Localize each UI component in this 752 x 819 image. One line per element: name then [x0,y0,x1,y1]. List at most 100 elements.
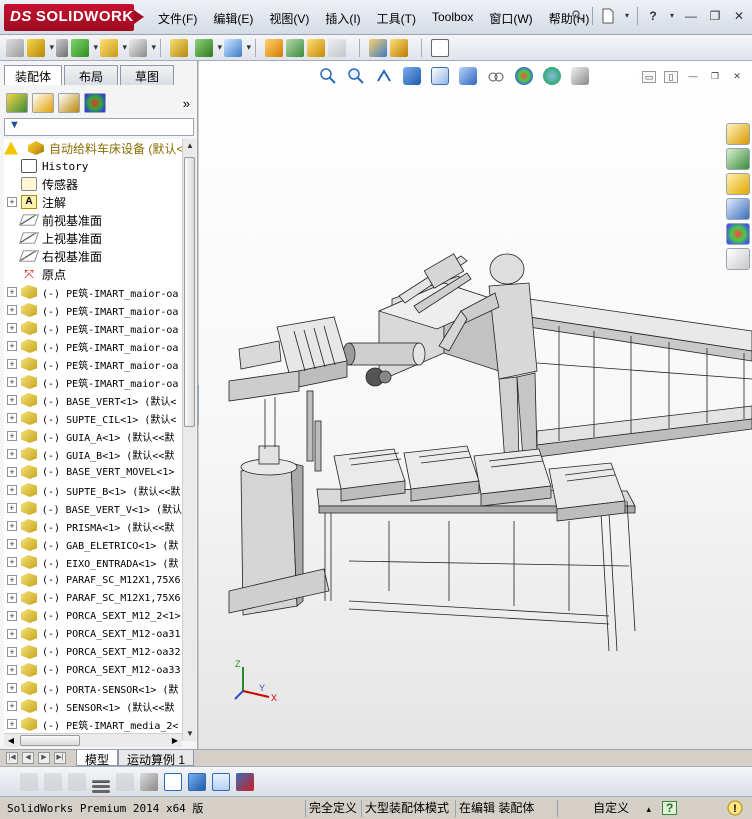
configurationmanager-icon[interactable] [58,93,80,113]
tab-next-icon[interactable]: ▶ [38,752,50,764]
scroll-thumb[interactable] [184,157,195,427]
smart-mate-icon[interactable] [27,38,54,57]
file-explorer-icon[interactable] [726,173,750,195]
expand-toggle-icon[interactable]: + [7,341,17,351]
expand-toggle-icon[interactable]: + [7,197,17,207]
tree-item-component[interactable]: + (-) GUIA_A<1> (默认<<默 [4,427,182,445]
expand-toggle-icon[interactable]: + [7,395,17,405]
tree-item-component[interactable]: + (-) SENSOR<1> (默认<<默 [4,697,182,715]
tree-item-component[interactable]: + (-) SUPTE_B<1> (默认<<默 [4,481,182,499]
expand-toggle-icon[interactable]: + [7,287,17,297]
section-view-icon[interactable] [403,67,421,85]
hud-10-icon[interactable] [236,772,254,791]
minimize-button[interactable]: — [682,7,700,25]
expand-toggle-icon[interactable]: + [7,485,17,495]
tree-item-component[interactable]: + (-) PE筑-IMART_media_2< [4,715,182,733]
tree-item-component[interactable]: + (-) EIXO_ENTRADA<1> (默 [4,553,182,571]
tree-item-component[interactable]: + (-) GAB_ELETRICO<1> (默 [4,535,182,553]
rebuild-alert-icon[interactable]: ! [724,800,746,817]
tree-item-plane[interactable]: 右视基准面 [4,247,182,265]
expand-toggle-icon[interactable]: + [7,521,17,531]
expand-toggle-icon[interactable]: + [7,683,17,693]
expand-toggle-icon[interactable]: + [7,665,17,675]
scroll-right-icon[interactable]: ▶ [168,734,182,747]
tree-item-component[interactable]: + (-) GUIA_B<1> (默认<<默 [4,445,182,463]
status-units[interactable]: 自定义 ▴ [557,800,657,817]
tree-item-sensors[interactable]: 传感器 [4,175,182,193]
tree-root-assembly[interactable]: 自动给料车床设备 (默认< [4,139,182,157]
expand-toggle-icon[interactable]: + [7,593,17,603]
menu-view[interactable]: 视图(V) [261,10,317,27]
scroll-left-icon[interactable]: ◀ [4,734,18,747]
tree-item-component[interactable]: + (-) PE筑-IMART_maior-oa [4,355,182,373]
expand-toggle-icon[interactable]: + [7,629,17,639]
clearance-icon[interactable] [369,38,387,57]
hud-5-icon[interactable] [116,772,134,791]
tree-item-component[interactable]: + (-) PRISMA<1> (默认<<默 [4,517,182,535]
reference-geometry-icon[interactable] [195,38,222,57]
tree-item-component[interactable]: + (-) PE筑-IMART_maior-oa [4,301,182,319]
tab-assembly[interactable]: 装配体 [4,65,63,85]
restore-button[interactable]: ❐ [706,7,724,25]
scroll-down-icon[interactable]: ▼ [183,727,197,741]
displaymanager-icon[interactable] [84,93,106,113]
move-component-icon[interactable] [100,38,127,57]
custom-properties-icon[interactable] [726,248,750,270]
expand-toggle-icon[interactable]: + [7,539,17,549]
new-motion-study-icon[interactable] [224,38,251,57]
tab-layout[interactable]: 布局 [64,65,119,85]
menu-window[interactable]: 窗口(W) [481,10,540,27]
expand-toggle-icon[interactable]: + [7,611,17,621]
status-mode[interactable]: 大型装配体模式 [361,800,452,817]
tree-item-component[interactable]: + (-) PORCA_SEXT_M12-oa33 [4,661,182,679]
tree-item-component[interactable]: + (-) BASE_VERT<1> (默认< [4,391,182,409]
expand-toggle-icon[interactable]: + [7,467,17,477]
menu-file[interactable]: 文件(F) [150,10,205,27]
hud-9-icon[interactable] [212,772,230,791]
hud-8-icon[interactable] [188,772,206,791]
tree-vertical-scrollbar[interactable]: ▲ ▼ [182,139,196,741]
tab-first-icon[interactable]: |◀ [6,752,18,764]
tab-prev-icon[interactable]: ◀ [22,752,34,764]
solidworks-resources-icon[interactable] [726,123,750,145]
instant3d-icon[interactable] [431,38,449,57]
expand-toggle-icon[interactable]: + [7,305,17,315]
interference-icon[interactable] [328,38,346,57]
smart-fasteners-icon[interactable] [71,38,98,57]
hud-6-icon[interactable] [140,772,158,791]
expand-toggle-icon[interactable]: + [7,359,17,369]
tree-item-history[interactable]: History [4,157,182,175]
expand-toggle-icon[interactable]: + [7,647,17,657]
design-library-icon[interactable] [726,148,750,170]
expand-toggle-icon[interactable]: + [7,719,17,729]
status-help-icon[interactable]: ? [662,801,678,815]
tree-item-component[interactable]: + (-) PORCA_SEXT_M12-oa32 [4,643,182,661]
hud-4-icon[interactable] [92,780,110,783]
zoom-to-area-icon[interactable] [347,67,365,85]
menu-edit[interactable]: 编辑(E) [205,10,261,27]
bill-of-materials-icon[interactable] [265,38,283,57]
propertymanager-icon[interactable] [32,93,54,113]
tree-item-component[interactable]: + (-) PARAF_SC_M12X1,75X6 [4,589,182,607]
more-tabs-chevron-icon[interactable]: » [183,96,190,111]
expand-toggle-icon[interactable]: + [7,503,17,513]
edit-appearance-icon[interactable] [515,67,533,85]
help-icon[interactable]: ? [644,7,662,25]
appearances-icon[interactable] [726,223,750,245]
expand-toggle-icon[interactable]: + [7,449,17,459]
restore-icon[interactable]: ❐ [708,71,722,83]
tree-item-component[interactable]: + (-) PARAF_SC_M12X1,75X6 [4,571,182,589]
hud-1-icon[interactable] [20,772,38,791]
tree-item-plane[interactable]: 前视基准面 [4,211,182,229]
hud-7-icon[interactable] [164,772,182,791]
help-dropdown-chevron-icon[interactable]: ▾ [668,7,676,25]
tree-item-annotations[interactable]: + A 注解 [4,193,182,211]
view-orientation-icon[interactable] [431,67,449,85]
expand-toggle-icon[interactable]: + [7,431,17,441]
apply-scene-icon[interactable] [543,67,561,85]
tree-item-origin[interactable]: ⤧ 原点 [4,265,182,283]
tree-horizontal-scrollbar[interactable]: ◀ ▶ [4,733,182,747]
tree-item-component[interactable]: + (-) SUPTE_CIL<1> (默认< [4,409,182,427]
expand-toggle-icon[interactable]: + [7,701,17,711]
tree-item-component[interactable]: + (-) PORTA-SENSOR<1> (默 [4,679,182,697]
